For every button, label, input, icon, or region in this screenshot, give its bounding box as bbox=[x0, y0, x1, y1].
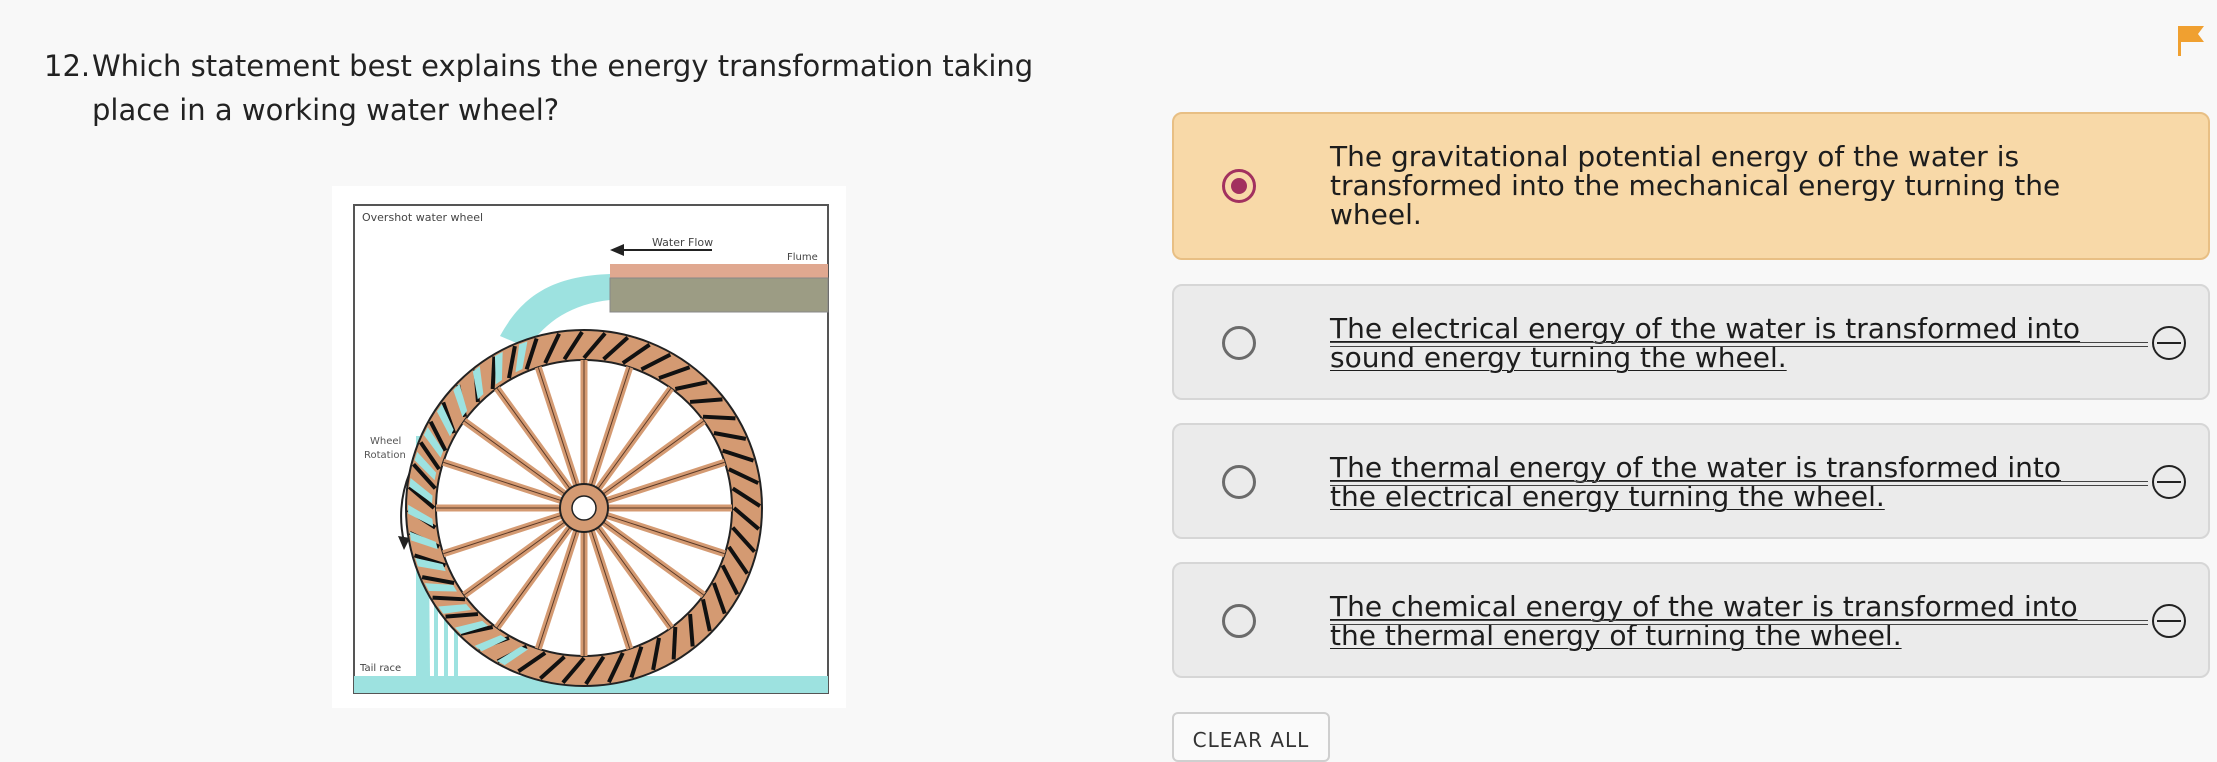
eliminate-icon[interactable] bbox=[2152, 465, 2186, 499]
eliminate-icon[interactable] bbox=[2152, 326, 2186, 360]
water-wheel-figure: Overshot water wheel Water Flow Flume Ta… bbox=[332, 186, 846, 708]
answer-option-2[interactable]: The electrical energy of the water is tr… bbox=[1172, 284, 2210, 400]
answer-option-4[interactable]: The chemical energy of the water is tran… bbox=[1172, 562, 2210, 678]
eliminated-strikethrough bbox=[1330, 620, 2148, 625]
question: 12. Which statement best explains the en… bbox=[44, 44, 1084, 132]
wheel-bucket bbox=[490, 356, 497, 390]
radio-button-1[interactable] bbox=[1222, 169, 1256, 203]
wheel-bucket bbox=[671, 626, 678, 660]
flag-icon[interactable] bbox=[2176, 24, 2206, 56]
eliminate-icon[interactable] bbox=[2152, 604, 2186, 638]
clear-all-button[interactable]: CLEAR ALL bbox=[1172, 712, 1330, 762]
wheel-bucket bbox=[702, 414, 736, 421]
radio-button-3[interactable] bbox=[1222, 465, 1256, 499]
question-text: Which statement best explains the energy… bbox=[92, 49, 1034, 127]
wheel-rotation-label-2: Rotation bbox=[364, 450, 406, 461]
flume bbox=[610, 264, 828, 278]
question-number: 12. bbox=[44, 49, 91, 83]
water-wheel bbox=[405, 329, 763, 687]
water-flow-label: Water Flow bbox=[652, 236, 713, 249]
eliminated-strikethrough bbox=[1330, 481, 2148, 486]
flume-label: Flume bbox=[787, 252, 818, 263]
wheel-bucket bbox=[445, 612, 479, 619]
figure-title: Overshot water wheel bbox=[362, 211, 483, 224]
radio-selected-dot bbox=[1231, 178, 1247, 194]
radio-button-2[interactable] bbox=[1222, 326, 1256, 360]
wheel-bucket bbox=[432, 595, 466, 602]
answer-option-3[interactable]: The thermal energy of the water is trans… bbox=[1172, 423, 2210, 539]
water-in-bucket bbox=[494, 351, 503, 385]
wheel-bucket bbox=[689, 397, 723, 404]
eliminated-strikethrough bbox=[1330, 342, 2148, 347]
wheel-rotation-label-1: Wheel bbox=[370, 436, 401, 447]
water-wheel-diagram: Overshot water wheel Water Flow Flume Ta… bbox=[353, 204, 829, 694]
answer-option-1-text: The gravitational potential energy of th… bbox=[1330, 140, 2061, 231]
tail-race-label: Tail race bbox=[359, 663, 401, 674]
answer-option-1[interactable]: The gravitational potential energy of th… bbox=[1172, 112, 2210, 260]
wheel-bucket bbox=[688, 613, 695, 647]
radio-button-4[interactable] bbox=[1222, 604, 1256, 638]
